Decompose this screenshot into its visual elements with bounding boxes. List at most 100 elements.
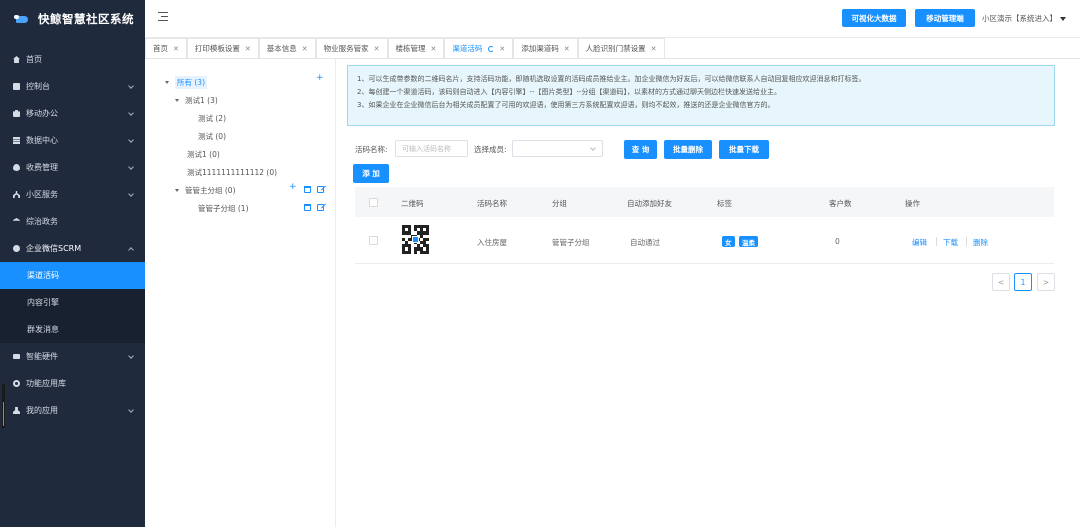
sidebar-item-billing[interactable]: 收费管理 <box>0 154 145 181</box>
user-label: 小区演示【系统进入】 <box>982 14 1057 23</box>
close-icon[interactable]: ✕ <box>499 45 505 53</box>
chevron-down-icon <box>128 110 134 116</box>
column-header: 分组 <box>552 199 567 208</box>
tab-property-steward[interactable]: 物业服务管家 ✕ <box>315 38 388 58</box>
qr-center-logo-icon <box>412 236 419 243</box>
notice-line: 3、如果企业在企业微信后台为相关成员配置了可用的欢迎语，使用第三方系统配置欢迎语… <box>357 101 775 109</box>
close-icon[interactable]: ✕ <box>173 45 179 53</box>
tree-node-test-long[interactable]: 测试1111111111112 (0) <box>187 167 277 178</box>
tree-node-main-group[interactable]: 管管主分组 (0) <box>175 185 236 196</box>
close-icon[interactable]: ✕ <box>302 45 308 53</box>
sidebar-subitem-mass-message[interactable]: 群发消息 <box>0 316 145 343</box>
qr-code-image[interactable] <box>402 225 429 254</box>
tab-face-access[interactable]: 人脸识别门禁设置 ✕ <box>577 38 665 58</box>
close-icon[interactable]: ✕ <box>374 45 380 53</box>
edit-icon[interactable] <box>317 204 324 211</box>
add-icon[interactable]: + <box>289 182 297 192</box>
edit-icon[interactable] <box>317 186 324 193</box>
sidebar-scrollbar[interactable] <box>2 384 5 428</box>
add-button[interactable]: 添 加 <box>353 164 389 183</box>
column-header: 操作 <box>905 199 920 208</box>
tab-print-template[interactable]: 打印模板设置 ✕ <box>186 38 259 58</box>
query-button[interactable]: 查 询 <box>624 140 657 159</box>
close-icon[interactable]: ✕ <box>245 45 251 53</box>
trash-icon[interactable] <box>304 186 311 193</box>
tag-badge: 女 <box>722 236 735 247</box>
sidebar-item-my-apps[interactable]: 我的应用 <box>0 397 145 424</box>
sidebar-item-scrm[interactable]: 企业微信SCRM <box>0 235 145 262</box>
tab-label: 物业服务管家 <box>323 44 369 53</box>
tree-node-test1-empty[interactable]: 测试1 (0) <box>187 149 220 160</box>
user-menu[interactable]: 小区演示【系统进入】 <box>982 13 1066 24</box>
trash-icon[interactable] <box>304 204 311 211</box>
caret-down-icon <box>175 99 179 102</box>
tree-node-test-b[interactable]: 测试 (0) <box>198 131 226 142</box>
customer-count: 0 <box>835 237 840 246</box>
tab-label: 楼栋管理 <box>395 44 426 53</box>
close-icon[interactable]: ✕ <box>431 45 437 53</box>
chevron-down-icon <box>128 407 134 413</box>
divider <box>936 237 937 246</box>
member-select[interactable] <box>512 140 603 157</box>
close-icon[interactable]: ✕ <box>651 45 657 53</box>
next-page-button[interactable]: > <box>1037 273 1055 291</box>
bigdata-button[interactable]: 可视化大数据 <box>842 9 906 27</box>
tab-channel-code[interactable]: 渠道活码 ✕ <box>444 38 514 58</box>
sidebar-item-hardware[interactable]: 智能硬件 <box>0 343 145 370</box>
edit-link[interactable]: 编辑 <box>912 237 927 248</box>
prev-page-button[interactable]: < <box>992 273 1010 291</box>
delete-link[interactable]: 删除 <box>973 237 988 248</box>
tab-home[interactable]: 首页 ✕ <box>145 38 187 58</box>
tree-node-test-a[interactable]: 测试 (2) <box>198 113 226 124</box>
sidebar-menu: 首页 控制台 移动办公 数据中心 收费管理 小区服务 综治政务 企业微信SCRM… <box>0 46 145 424</box>
sidebar-item-app-library[interactable]: 功能应用库 <box>0 370 145 397</box>
member-filter-label: 选择成员: <box>474 145 507 154</box>
code-name: 入住房屋 <box>477 238 507 247</box>
page-1-button[interactable]: 1 <box>1014 273 1032 291</box>
tree-node-sub-group[interactable]: 管管子分组 (1) <box>198 203 249 214</box>
name-filter-input[interactable]: 可输入活码名称 <box>395 140 468 157</box>
refresh-icon[interactable] <box>488 45 495 52</box>
sidebar-item-console[interactable]: 控制台 <box>0 73 145 100</box>
column-header: 标签 <box>717 199 732 208</box>
select-all-checkbox[interactable] <box>369 198 378 207</box>
tab-add-channel-code[interactable]: 添加渠道码 ✕ <box>513 38 578 58</box>
sidebar-item-mobile-office[interactable]: 移动办公 <box>0 100 145 127</box>
sidebar-item-label: 我的应用 <box>26 406 58 415</box>
service-icon <box>13 191 20 198</box>
row-checkbox[interactable] <box>369 236 378 245</box>
sidebar-subitem-label: 渠道活码 <box>27 271 59 280</box>
menu-fold-icon[interactable] <box>158 12 168 21</box>
mobile-admin-button[interactable]: 移动管理端 <box>915 9 975 27</box>
sidebar-subitem-channel-code[interactable]: 渠道活码 <box>0 262 145 289</box>
sidebar-item-governance[interactable]: 综治政务 <box>0 208 145 235</box>
table-header: 二维码 活码名称 分组 自动添加好友 标签 客户数 操作 <box>355 187 1054 217</box>
sidebar-item-data-center[interactable]: 数据中心 <box>0 127 145 154</box>
batch-download-button[interactable]: 批量下载 <box>719 140 769 159</box>
tree-node-label: 所有 (3) <box>175 76 208 89</box>
caret-down-icon <box>175 189 179 192</box>
tree-node-test1[interactable]: 测试1 (3) <box>175 95 218 106</box>
tab-label: 打印模板设置 <box>194 44 240 53</box>
batch-delete-button[interactable]: 批量删除 <box>664 140 712 159</box>
tree-node-label: 测试1 (0) <box>187 150 220 159</box>
column-header: 自动添加好友 <box>627 199 672 208</box>
column-header: 客户数 <box>829 199 852 208</box>
auto-add-status: 自动通过 <box>630 238 660 247</box>
sidebar-item-home[interactable]: 首页 <box>0 46 145 73</box>
home-icon <box>13 56 20 63</box>
tab-label: 渠道活码 <box>452 44 483 53</box>
download-link[interactable]: 下载 <box>943 237 958 248</box>
add-icon[interactable]: + <box>316 73 324 83</box>
database-icon <box>13 137 20 144</box>
close-icon[interactable]: ✕ <box>564 45 570 53</box>
tree-node-all[interactable]: 所有 (3) <box>165 76 208 89</box>
whale-logo-icon <box>14 14 30 24</box>
tab-basic-info[interactable]: 基本信息 ✕ <box>258 38 316 58</box>
sidebar-item-community-service[interactable]: 小区服务 <box>0 181 145 208</box>
sidebar-subitem-content-engine[interactable]: 内容引擎 <box>0 289 145 316</box>
tab-building[interactable]: 楼栋管理 ✕ <box>387 38 445 58</box>
chevron-down-icon <box>128 191 134 197</box>
notice-line: 2、每创建一个渠道活码，该码则自动进入【内容引擎】--【图片类型】--分组【渠道… <box>357 88 782 96</box>
code-group: 管管子分组 <box>552 238 590 247</box>
